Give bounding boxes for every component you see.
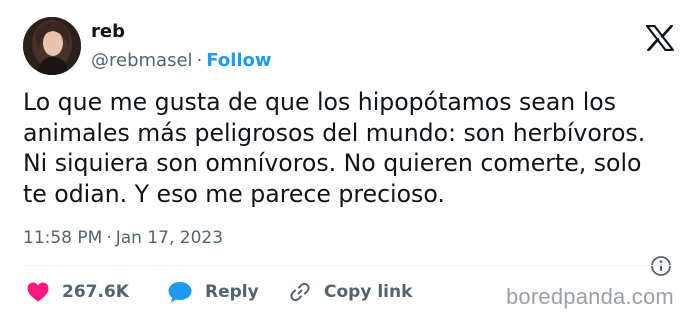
heart-icon [27, 282, 49, 302]
copy-link-label: Copy link [324, 282, 413, 302]
handle-line: @rebmasel · Follow [91, 50, 272, 71]
tweet-card: reb @rebmasel · Follow Lo que me gusta de … [0, 0, 700, 319]
watermark: boredpanda.com [506, 284, 674, 309]
timestamp[interactable]: 11:58 PM · Jan 17, 2023 [23, 228, 223, 248]
speech-bubble-icon [168, 282, 192, 303]
avatar[interactable] [23, 17, 81, 75]
tweet-text: Lo que me gusta de que los hipopótamos s… [23, 88, 646, 208]
follow-button[interactable]: Follow [206, 50, 271, 71]
avatar-photo [23, 17, 81, 75]
tweet-date: Jan 17, 2023 [115, 228, 224, 248]
info-icon[interactable] [650, 255, 672, 277]
reply-button[interactable]: Reply [167, 280, 259, 304]
divider [23, 265, 673, 266]
like-count: 267.6K [62, 282, 129, 302]
link-icon [290, 282, 310, 302]
copy-link-button[interactable]: Copy link [288, 280, 412, 304]
timestamp-separator: · [106, 228, 112, 248]
tweet-time: 11:58 PM [23, 228, 103, 248]
like-button[interactable]: 267.6K [26, 280, 129, 304]
separator-dot: · [196, 50, 203, 71]
user-handle[interactable]: @rebmasel [91, 50, 193, 71]
reply-label: Reply [205, 282, 259, 302]
display-name[interactable]: reb [91, 21, 125, 42]
x-logo-icon[interactable] [645, 24, 675, 52]
